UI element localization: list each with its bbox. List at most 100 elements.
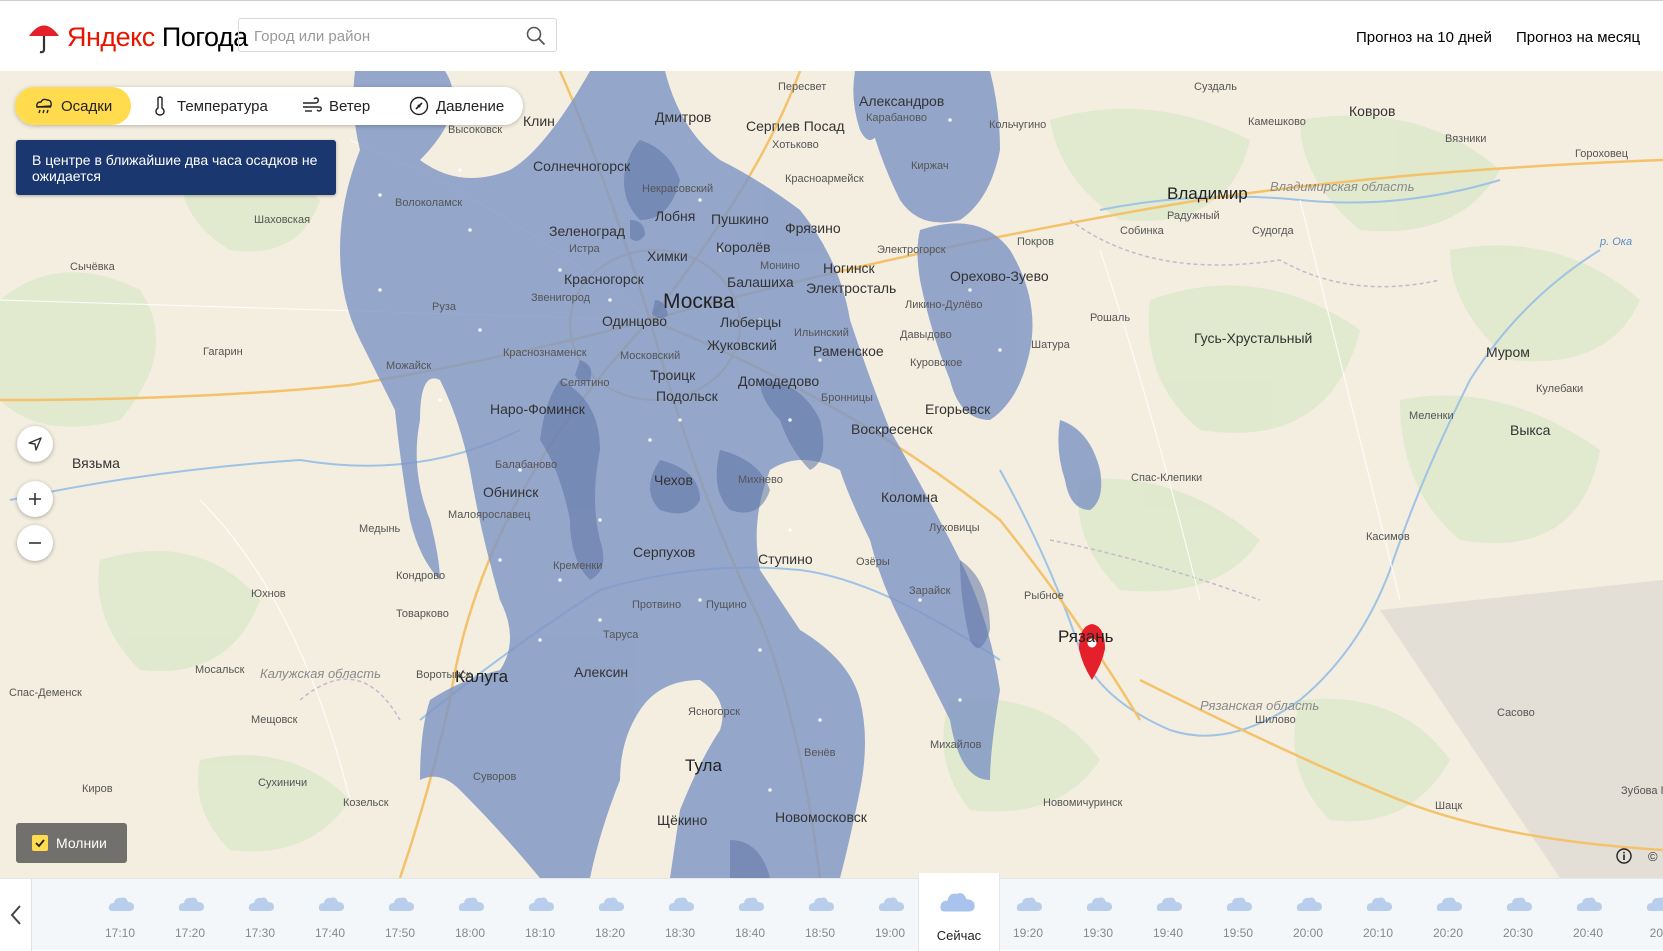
zoom-in-button[interactable] <box>17 481 53 517</box>
map-label-pushchino: Пущино <box>706 599 747 611</box>
timeline-slot[interactable]: 19:20 <box>993 879 1063 951</box>
map-label-egoryevsk: Егорьевск <box>925 401 991 417</box>
cloud-icon <box>528 897 554 911</box>
map-label-zaraysk: Зарайск <box>909 585 951 597</box>
cloud-icon <box>940 893 975 912</box>
timeline-slot[interactable]: 18:40 <box>715 879 785 951</box>
map-label-krasnoarmeysk: Красноармейск <box>785 173 864 185</box>
map-label-murom: Муром <box>1486 344 1530 360</box>
map-label-volokolamsk: Волоколамск <box>395 197 463 209</box>
search-icon[interactable] <box>526 26 546 46</box>
timeline-slot[interactable]: 18:20 <box>575 879 645 951</box>
timeline-slot[interactable]: 18:00 <box>435 879 505 951</box>
map-label-ozyory: Озёры <box>856 556 890 568</box>
tab-precipitation[interactable]: Осадки <box>15 87 131 125</box>
map-label-kasimov: Касимов <box>1366 531 1410 543</box>
map-label-roshal: Рошаль <box>1090 312 1131 324</box>
map-label-odintsovo: Одинцово <box>602 313 668 329</box>
map-label-solnechnogorsk: Солнечногорск <box>533 158 631 174</box>
map-label-shilovo: Шилово <box>1255 714 1296 726</box>
timeline-slot-now[interactable]: Сейчас <box>918 873 1000 951</box>
yandex-weather-logo[interactable]: Яндекс Погода <box>27 17 248 57</box>
map-label-moskva: Москва <box>663 290 735 313</box>
timeline-slot[interactable]: 20: <box>1623 879 1663 951</box>
map-label-raduzhny: Радужный <box>1167 210 1220 222</box>
map-label-sukhinichi: Сухиничи <box>258 777 308 789</box>
map-label-likino: Ликино-Дулёво <box>905 299 983 311</box>
tab-temperature[interactable]: Температура <box>149 87 268 125</box>
map-label-elektrostal: Электросталь <box>806 280 897 296</box>
map-label-nekrasovsky: Некрасовский <box>642 183 714 195</box>
map-label-domodedovo: Домодедово <box>738 373 820 389</box>
map-label-sobinka: Собинка <box>1120 225 1164 237</box>
map-label-peresvet: Пересвет <box>778 81 827 93</box>
map-label-mozhaysk: Можайск <box>386 360 432 372</box>
timeline-slot-time: 20:10 <box>1362 926 1394 940</box>
map-label-serpukhov: Серпухов <box>633 544 696 560</box>
checkbox-checked-icon[interactable] <box>32 835 48 851</box>
timeline-slot[interactable]: 17:50 <box>365 879 435 951</box>
map-label-obninsk: Обнинск <box>483 484 539 500</box>
map-label-tovarkovo: Товарково <box>396 608 449 620</box>
header: Яндекс Погода Прогноз на 10 дней Прогноз… <box>0 0 1663 71</box>
map-label-balabanovo: Балабаново <box>495 459 558 471</box>
lightning-toggle[interactable]: Молнии <box>16 823 127 863</box>
copyright[interactable]: © <box>1648 849 1658 864</box>
timeline-prev-button[interactable] <box>0 879 32 951</box>
timeline-slot-time: 20:20 <box>1432 926 1464 940</box>
timeline-slot[interactable]: 20:00 <box>1273 879 1343 951</box>
timeline-slot-time: 18:10 <box>524 926 556 940</box>
tab-wind[interactable]: Ветер <box>301 87 370 125</box>
map-label-suzdal: Суздаль <box>1194 81 1237 93</box>
forecast-10-days-link[interactable]: Прогноз на 10 дней <box>1356 29 1492 46</box>
logo-text: Яндекс Погода <box>67 21 248 52</box>
timeline-slot[interactable]: 20:40 <box>1553 879 1623 951</box>
timeline-slot[interactable]: 19:40 <box>1133 879 1203 951</box>
map-label-dmitrov: Дмитров <box>655 109 712 125</box>
geolocation-button[interactable] <box>17 426 53 462</box>
timeline-slot[interactable]: 18:30 <box>645 879 715 951</box>
timeline-slot[interactable]: 19:00 <box>855 879 925 951</box>
map-label-khimki: Химки <box>647 248 688 264</box>
map-label-moskovsky: Московский <box>620 350 681 362</box>
map-label-elektrogorsk: Электрогорск <box>877 244 946 256</box>
tab-pressure-label: Давление <box>436 97 505 115</box>
forecast-month-link[interactable]: Прогноз на месяц <box>1516 29 1640 46</box>
map-label-kirzhach: Киржач <box>911 160 949 172</box>
map-label-lyubertsy: Люберцы <box>720 314 782 330</box>
timeline-slot[interactable]: 17:20 <box>155 879 225 951</box>
timeline-slot[interactable]: 18:50 <box>785 879 855 951</box>
timeline-slot[interactable]: 20:20 <box>1413 879 1483 951</box>
tab-pressure[interactable]: Давление <box>408 87 504 125</box>
timeline-slot[interactable]: 17:30 <box>225 879 295 951</box>
search-box[interactable] <box>238 18 557 52</box>
chevron-left-icon <box>10 905 21 925</box>
timeline-slot-time: 18:50 <box>804 926 836 940</box>
zoom-out-button[interactable] <box>17 525 53 561</box>
map-label-kolomna: Коломна <box>881 489 938 505</box>
timeline-slot-time: 17:20 <box>174 926 206 940</box>
map-label-naro: Наро-Фоминск <box>490 401 585 417</box>
timeline-slot[interactable]: 17:10 <box>85 879 155 951</box>
timeline-slot[interactable]: 20:30 <box>1483 879 1553 951</box>
timeline-slot-time: 17:40 <box>314 926 346 940</box>
timeline-slot[interactable]: 19:50 <box>1203 879 1273 951</box>
precipitation-forecast-banner: В центре в ближайшие два часа осадков не… <box>16 140 336 195</box>
tab-precipitation-label: Осадки <box>61 97 113 115</box>
map-label-suvorov: Суворов <box>473 771 517 783</box>
timeline-slot[interactable]: 20:10 <box>1343 879 1413 951</box>
map-label-kremenki: Кременки <box>553 560 603 572</box>
info-icon[interactable] <box>1616 848 1632 864</box>
umbrella-logo-icon <box>29 25 59 54</box>
cloud-icon <box>668 897 694 911</box>
timeline-slot[interactable]: 18:10 <box>505 879 575 951</box>
search-input[interactable] <box>254 26 514 46</box>
cloud-icon <box>1016 897 1042 911</box>
map-label-sychevka: Сычёвка <box>70 261 115 273</box>
timeline-slot[interactable]: 19:30 <box>1063 879 1133 951</box>
timeline-slot-time: 18:30 <box>664 926 696 940</box>
map-label-shchekino: Щёкино <box>657 812 708 828</box>
map-label-pokrov: Покров <box>1017 236 1054 248</box>
map-label-gus: Гусь-Хрустальный <box>1194 330 1313 346</box>
timeline-slot[interactable]: 17:40 <box>295 879 365 951</box>
